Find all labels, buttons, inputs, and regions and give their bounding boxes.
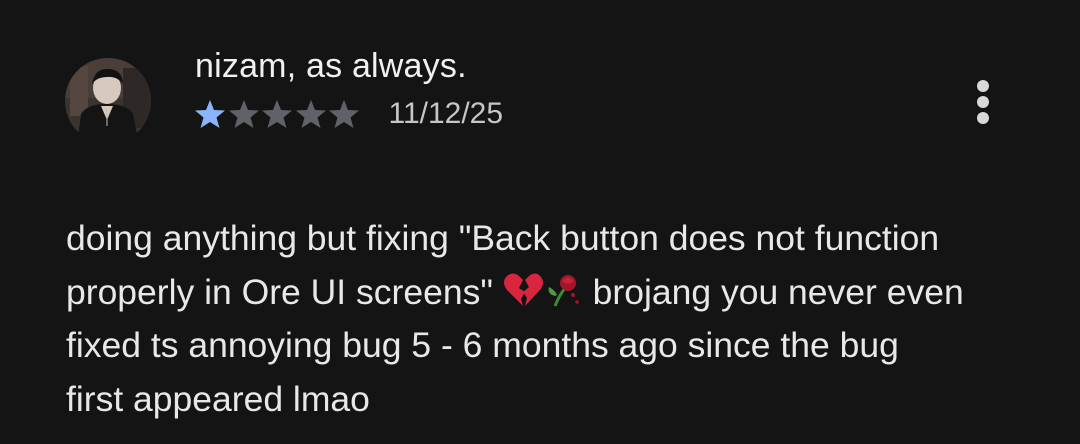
star-rating — [193, 98, 361, 130]
star-empty-icon — [227, 98, 261, 130]
reviewer-avatar[interactable] — [65, 58, 151, 144]
star-empty-icon — [294, 98, 328, 130]
review-text-line: first appeared lmao — [66, 378, 370, 419]
more-options-button[interactable] — [962, 78, 1004, 126]
broken-heart-icon — [503, 272, 543, 308]
review-text-line: fixed ts annoying bug 5 - 6 months ago s… — [66, 325, 899, 365]
more-vert-icon-dot — [977, 112, 989, 124]
review-text-segment: brojang you never even — [582, 271, 964, 312]
avatar-photo-icon — [65, 58, 151, 144]
star-empty-icon — [327, 98, 361, 130]
star-filled-icon — [193, 98, 227, 130]
review-card: nizam, as always. 11/12/25 doing anythin… — [0, 0, 1080, 444]
reviewer-name: nizam, as always. — [195, 47, 467, 85]
rating-row: 11/12/25 — [193, 94, 503, 134]
more-vert-icon-dot — [977, 96, 989, 108]
review-text: doing anything but fixing "Back button d… — [66, 212, 1046, 426]
star-empty-icon — [260, 98, 294, 130]
wilted-rose-icon — [543, 272, 583, 308]
review-date: 11/12/25 — [388, 97, 504, 130]
review-text-segment: properly in Ore UI screens" — [66, 271, 493, 312]
more-vert-icon — [977, 80, 989, 92]
review-text-line: properly in Ore UI screens" brojang you … — [66, 266, 1046, 320]
review-text-line: doing anything but fixing "Back button d… — [66, 218, 940, 258]
